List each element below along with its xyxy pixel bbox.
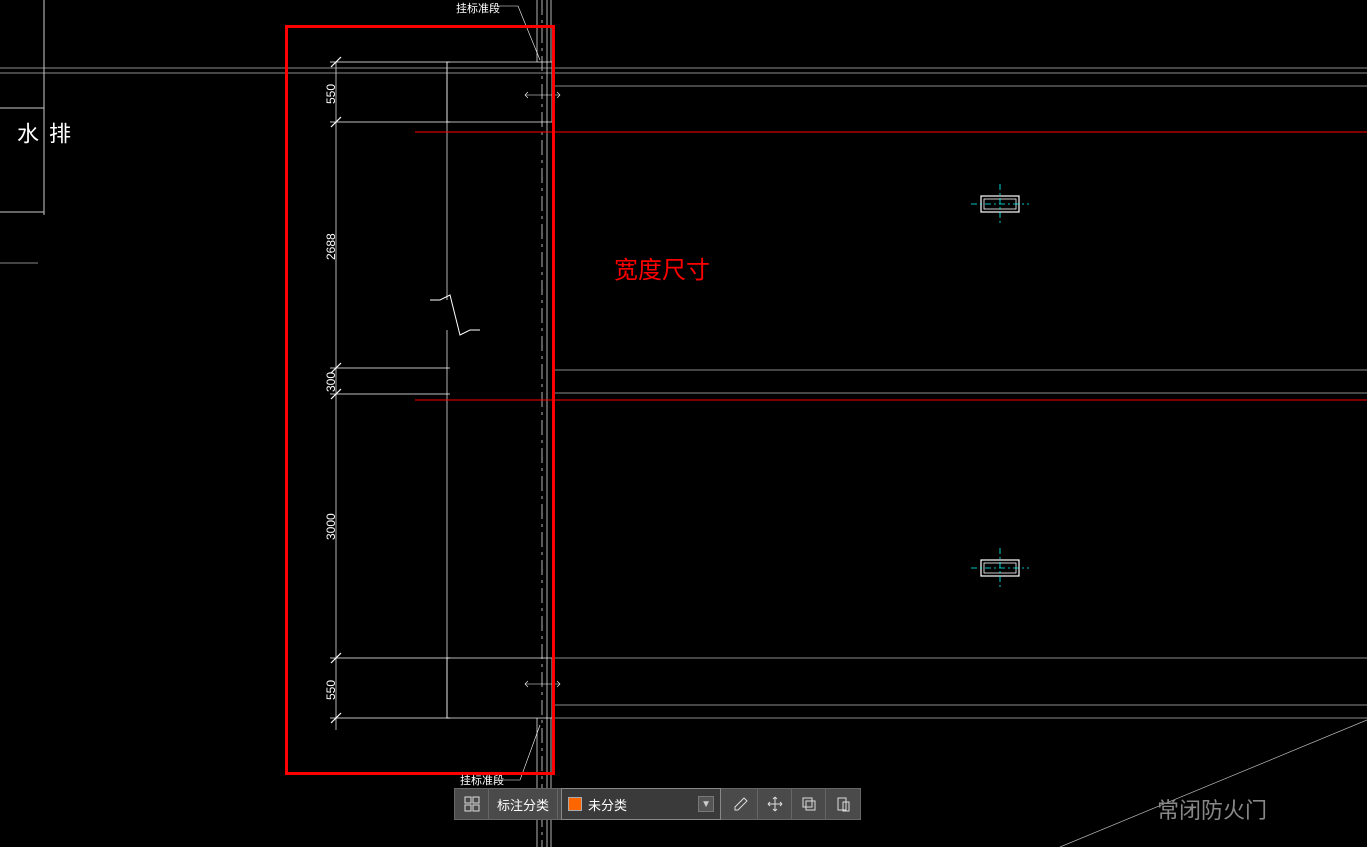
- category-select-value: 未分类: [588, 795, 698, 814]
- chevron-down-icon: ▼: [698, 796, 714, 812]
- cad-canvas[interactable]: 排 水 宽度尺寸 550 2688 300 3000 550 挂标准段 挂标准段…: [0, 0, 1367, 847]
- paste-button[interactable]: [826, 788, 860, 820]
- grid-icon: [464, 796, 480, 812]
- category-select[interactable]: 未分类 ▼: [561, 788, 721, 820]
- copy-button[interactable]: [792, 788, 826, 820]
- drawing-layer: [0, 0, 1367, 847]
- layer-label-drainage: 排 水: [10, 122, 74, 150]
- dimension-value-4: 3000: [324, 513, 338, 540]
- copy-icon: [801, 796, 817, 812]
- dimension-value-1: 550: [324, 84, 338, 104]
- move-button[interactable]: [758, 788, 792, 820]
- door-label: 常闭防火门: [1157, 793, 1267, 825]
- edit-icon: [733, 796, 749, 812]
- selection-rectangle: [285, 25, 555, 775]
- leader-label-bottom: 挂标准段: [460, 772, 504, 788]
- dimension-value-5: 550: [324, 680, 338, 700]
- move-icon: [767, 796, 783, 812]
- grid-icon-button[interactable]: [455, 788, 489, 820]
- category-label: 标注分类: [489, 788, 558, 820]
- dimension-value-3: 300: [324, 372, 338, 392]
- dimension-value-2: 2688: [324, 233, 338, 260]
- edit-button[interactable]: [724, 788, 758, 820]
- paste-icon: [835, 796, 851, 812]
- annotation-toolbar: 标注分类 未分类 ▼: [454, 788, 861, 820]
- color-swatch-icon: [568, 797, 582, 811]
- annotation-width-label: 宽度尺寸: [614, 250, 710, 285]
- leader-label-top: 挂标准段: [456, 0, 500, 16]
